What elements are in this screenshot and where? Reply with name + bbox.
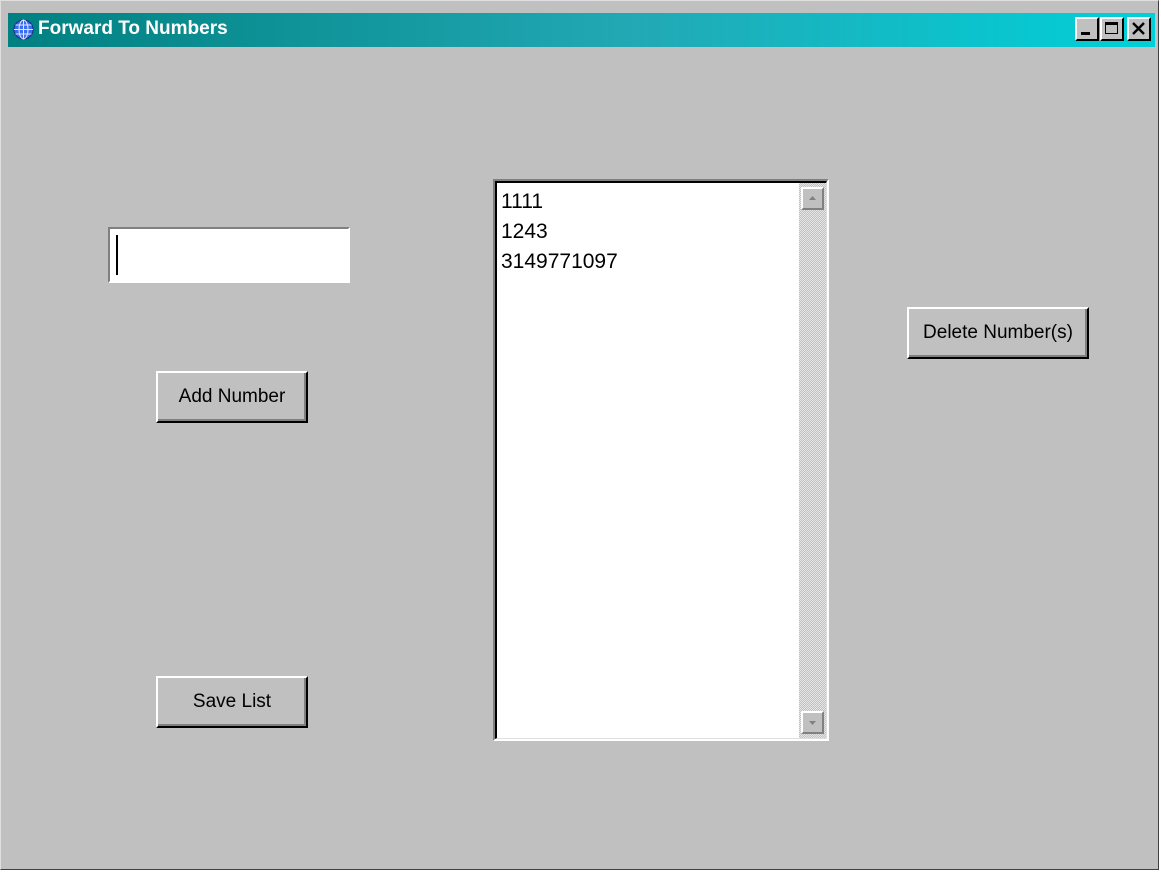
add-number-button[interactable]: Add Number: [156, 371, 308, 423]
number-input[interactable]: [108, 227, 350, 283]
arrow-down-icon: [809, 721, 816, 725]
client-area: Add Number Save List 1111 1243 314977109…: [8, 47, 1155, 865]
close-icon: [1132, 22, 1145, 35]
add-number-label: Add Number: [178, 386, 286, 407]
minimize-button[interactable]: [1075, 17, 1099, 41]
window-title: Forward To Numbers: [38, 18, 228, 39]
title-bar[interactable]: Forward To Numbers: [8, 13, 1155, 47]
window-controls: [1074, 17, 1151, 41]
delete-numbers-button[interactable]: Delete Number(s): [907, 307, 1089, 359]
listbox-frame: 1111 1243 3149771097: [495, 181, 827, 739]
app-window: Forward To Numbers Add Number Save List …: [0, 0, 1159, 870]
list-item[interactable]: 1111: [500, 187, 796, 217]
vertical-scrollbar[interactable]: [799, 183, 826, 738]
scroll-up-button[interactable]: [801, 187, 824, 210]
globe-icon[interactable]: [13, 19, 34, 40]
numbers-list: 1111 1243 3149771097: [500, 187, 796, 277]
arrow-up-icon: [809, 196, 816, 200]
maximize-icon: [1105, 22, 1118, 34]
close-button[interactable]: [1127, 17, 1151, 41]
save-list-label: Save List: [192, 691, 272, 712]
list-item[interactable]: 1243: [500, 217, 796, 247]
maximize-button[interactable]: [1100, 17, 1124, 41]
scroll-down-button[interactable]: [801, 711, 824, 734]
delete-numbers-label: Delete Number(s): [923, 322, 1073, 343]
numbers-listbox[interactable]: 1111 1243 3149771097: [493, 179, 829, 741]
save-list-button[interactable]: Save List: [156, 676, 308, 728]
text-caret: [116, 235, 118, 275]
list-item[interactable]: 3149771097: [500, 247, 796, 277]
minimize-icon: [1081, 32, 1090, 35]
